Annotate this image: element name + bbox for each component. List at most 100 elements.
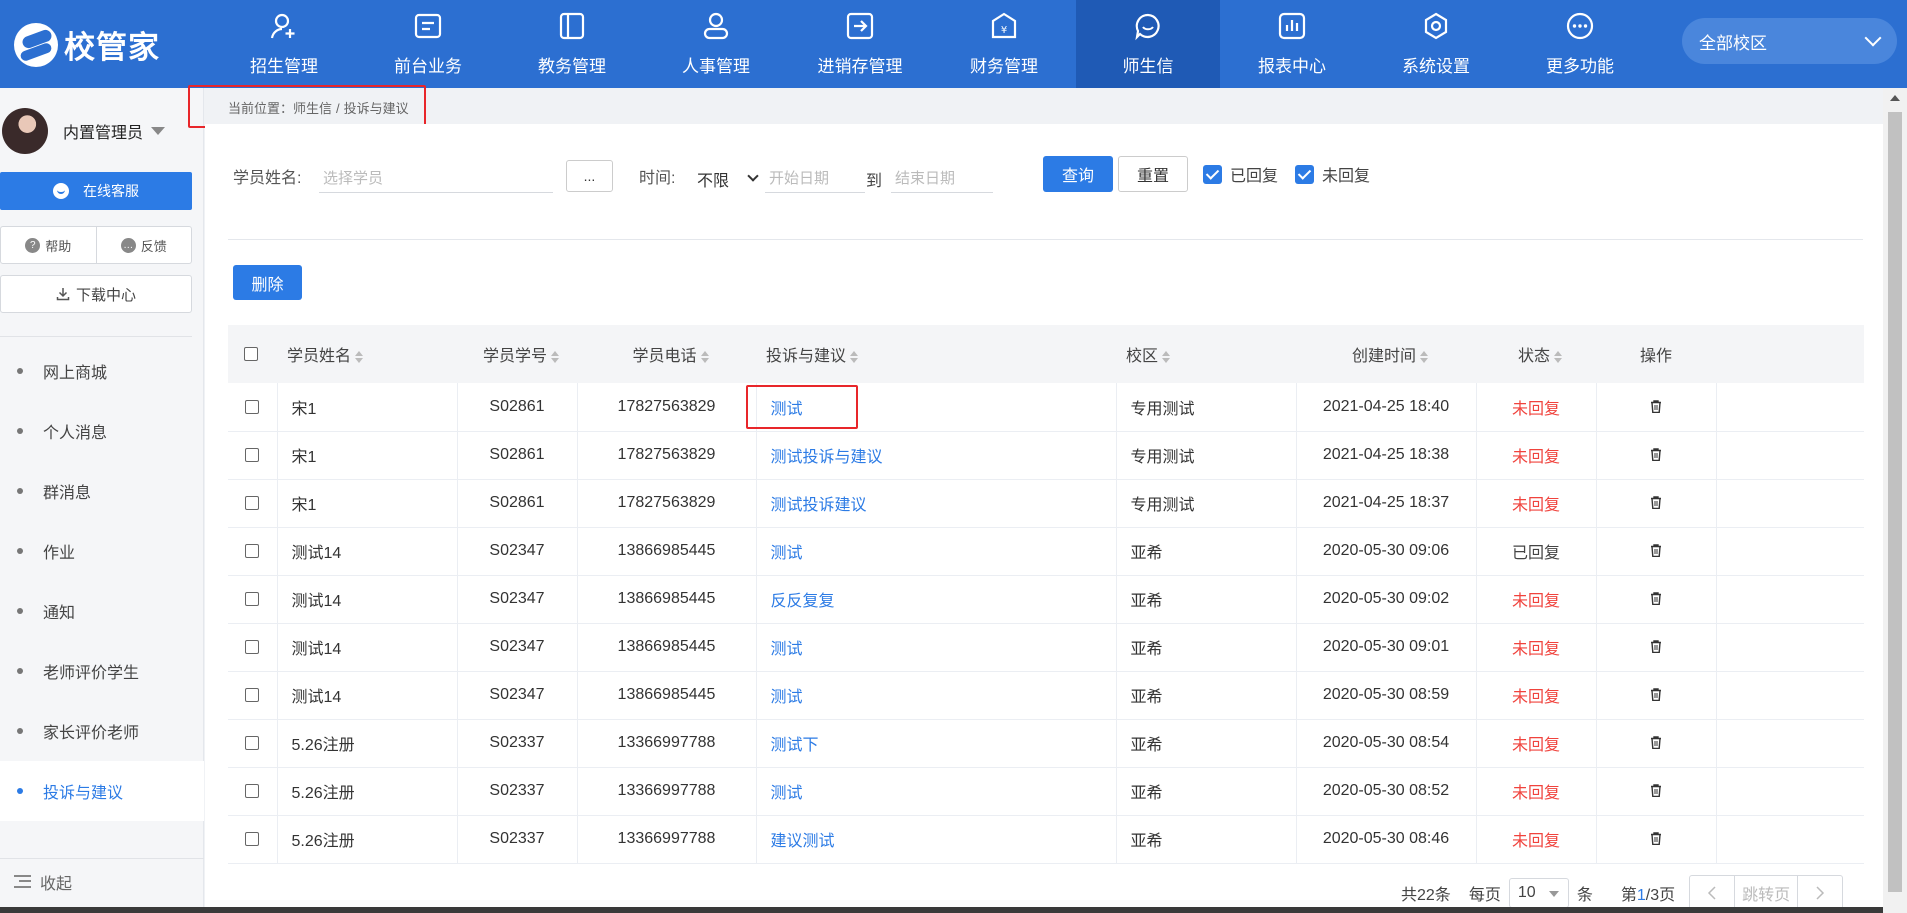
row-checkbox[interactable] xyxy=(245,591,260,606)
feedback-button[interactable]: … 反馈 xyxy=(97,227,192,263)
delete-row-button[interactable] xyxy=(1650,638,1662,655)
delete-row-button[interactable] xyxy=(1650,590,1662,607)
content-link[interactable]: 测试下 xyxy=(771,737,819,754)
table-row[interactable]: 宋1 S02861 17827563829 测试 专用测试 2021-04-25 18:4… xyxy=(228,383,1864,431)
campus-selector[interactable]: 全部校区 xyxy=(1682,18,1897,64)
content-link[interactable]: 测试 xyxy=(771,785,803,802)
col-status[interactable]: 状态 xyxy=(1476,325,1596,383)
scrollbar-thumb[interactable] xyxy=(1888,112,1902,892)
user-profile[interactable]: 内置管理员 xyxy=(0,108,166,154)
sidebar-item-7[interactable]: 投诉与建议 xyxy=(0,761,204,821)
delete-row-button[interactable] xyxy=(1650,830,1662,847)
col-content[interactable]: 投诉与建议 xyxy=(756,325,1116,383)
start-date-input[interactable]: 开始日期 xyxy=(765,161,865,193)
sidebar-item-4[interactable]: 通知 xyxy=(0,581,204,641)
bottom-strip xyxy=(0,907,1883,913)
delete-row-button[interactable] xyxy=(1650,542,1662,559)
nav-item-1[interactable]: 前台业务 xyxy=(356,0,500,88)
nav-item-0[interactable]: 招生管理 xyxy=(212,0,356,88)
col-student-name[interactable]: 学员姓名 xyxy=(277,325,457,383)
online-service-button[interactable]: 在线客服 xyxy=(0,172,192,210)
table-row[interactable]: 宋1 S02861 17827563829 测试投诉与建议 专用测试 2021-04-25… xyxy=(228,431,1864,479)
row-checkbox[interactable] xyxy=(245,495,260,510)
col-campus[interactable]: 校区 xyxy=(1116,325,1296,383)
delete-row-button[interactable] xyxy=(1650,782,1662,799)
delete-row-button[interactable] xyxy=(1650,398,1662,415)
end-date-input[interactable]: 结束日期 xyxy=(891,161,993,193)
nav-item-9[interactable]: 更多功能 xyxy=(1508,0,1652,88)
table-row[interactable]: 测试14 S02347 13866985445 反反复复 亚希 2020-05-30 09… xyxy=(228,575,1864,623)
next-page-button[interactable] xyxy=(1798,876,1842,910)
nav-item-8[interactable]: 系统设置 xyxy=(1364,0,1508,88)
row-checkbox[interactable] xyxy=(245,687,260,702)
vertical-scrollbar[interactable] xyxy=(1883,88,1907,913)
content-link[interactable]: 测试 xyxy=(771,545,803,562)
row-checkbox[interactable] xyxy=(245,543,260,558)
col-phone[interactable]: 学员电话 xyxy=(577,325,756,383)
query-button[interactable]: 查询 xyxy=(1043,156,1113,192)
cell-filler xyxy=(1716,671,1864,719)
nav-item-3[interactable]: 人事管理 xyxy=(644,0,788,88)
jump-page-input[interactable]: 跳转页 xyxy=(1734,876,1799,910)
cell-created-time: 2020-05-30 09:06 xyxy=(1296,527,1477,575)
download-center-button[interactable]: 下载中心 xyxy=(0,275,192,313)
content-link[interactable]: 反反复复 xyxy=(771,593,835,610)
row-select-cell xyxy=(228,719,278,767)
table-row[interactable]: 5.26注册 S02337 13366997788 测试 亚希 2020-05-30 08… xyxy=(228,767,1864,815)
delete-row-button[interactable] xyxy=(1650,494,1662,511)
nav-item-6[interactable]: 师生信 xyxy=(1076,0,1220,88)
reset-button[interactable]: 重置 xyxy=(1118,156,1188,192)
content-link[interactable]: 测试投诉建议 xyxy=(771,497,867,514)
nav-item-2[interactable]: 教务管理 xyxy=(500,0,644,88)
content-link[interactable]: 测试 xyxy=(771,401,803,418)
cell-student-name: 测试14 xyxy=(277,623,458,671)
breadcrumb-parent[interactable]: 师生信 xyxy=(293,101,332,116)
sidebar-item-2[interactable]: 群消息 xyxy=(0,461,204,521)
table-row[interactable]: 测试14 S02347 13866985445 测试 亚希 2020-05-30 09:0… xyxy=(228,527,1864,575)
nav-item-4[interactable]: 进销存管理 xyxy=(788,0,932,88)
sidebar-item-0[interactable]: 网上商城 xyxy=(0,341,204,401)
col-created-time[interactable]: 创建时间 xyxy=(1296,325,1476,383)
sidebar-item-3[interactable]: 作业 xyxy=(0,521,204,581)
student-picker-button[interactable]: ... xyxy=(566,160,613,192)
unreplied-checkbox[interactable]: 未回复 xyxy=(1295,162,1370,186)
settings-icon xyxy=(1421,11,1451,52)
row-checkbox[interactable] xyxy=(245,831,260,846)
prev-page-button[interactable] xyxy=(1690,876,1734,910)
table-row[interactable]: 5.26注册 S02337 13366997788 建议测试 亚希 2020-05-30 … xyxy=(228,815,1864,863)
delete-button[interactable]: 删除 xyxy=(233,265,302,300)
time-range-select[interactable]: 不限 xyxy=(693,161,763,193)
nav-item-7[interactable]: 报表中心 xyxy=(1220,0,1364,88)
select-all-checkbox[interactable] xyxy=(244,346,258,361)
delete-row-button[interactable] xyxy=(1650,686,1662,703)
content-link[interactable]: 测试 xyxy=(771,641,803,658)
delete-row-button[interactable] xyxy=(1650,446,1662,463)
sidebar-item-5[interactable]: 老师评价学生 xyxy=(0,641,204,701)
replied-checkbox[interactable]: 已回复 xyxy=(1203,162,1278,186)
help-button[interactable]: ? 帮助 xyxy=(1,227,97,263)
content-link[interactable]: 测试投诉与建议 xyxy=(771,449,883,466)
table-row[interactable]: 测试14 S02347 13866985445 测试 亚希 2020-05-30 09:0… xyxy=(228,623,1864,671)
content-link[interactable]: 测试 xyxy=(771,689,803,706)
nav-item-5[interactable]: ¥ 财务管理 xyxy=(932,0,1076,88)
row-checkbox[interactable] xyxy=(245,639,260,654)
delete-row-button[interactable] xyxy=(1650,734,1662,751)
row-checkbox[interactable] xyxy=(245,447,260,462)
col-student-id[interactable]: 学员学号 xyxy=(457,325,577,383)
collapse-button[interactable]: 收起 xyxy=(0,858,204,904)
cell-student-id: S02347 xyxy=(457,623,578,671)
table-row[interactable]: 宋1 S02861 17827563829 测试投诉建议 专用测试 2021-04-25 … xyxy=(228,479,1864,527)
row-checkbox[interactable] xyxy=(245,783,260,798)
content-link[interactable]: 建议测试 xyxy=(771,833,835,850)
student-select-input[interactable]: 选择学员 xyxy=(319,161,553,193)
table-row[interactable]: 测试14 S02347 13866985445 测试 亚希 2020-05-30 08:5… xyxy=(228,671,1864,719)
sidebar-item-1[interactable]: 个人消息 xyxy=(0,401,204,461)
sidebar-item-6[interactable]: 家长评价老师 xyxy=(0,701,204,761)
page-size-select[interactable]: 10 xyxy=(1508,878,1569,908)
row-checkbox[interactable] xyxy=(245,399,260,414)
logo-text: 校管家 xyxy=(64,30,160,65)
cell-created-time: 2020-05-30 08:54 xyxy=(1296,719,1477,767)
app-logo[interactable]: 校管家 xyxy=(14,22,160,67)
row-checkbox[interactable] xyxy=(245,735,260,750)
table-row[interactable]: 5.26注册 S02337 13366997788 测试下 亚希 2020-05-30 0… xyxy=(228,719,1864,767)
